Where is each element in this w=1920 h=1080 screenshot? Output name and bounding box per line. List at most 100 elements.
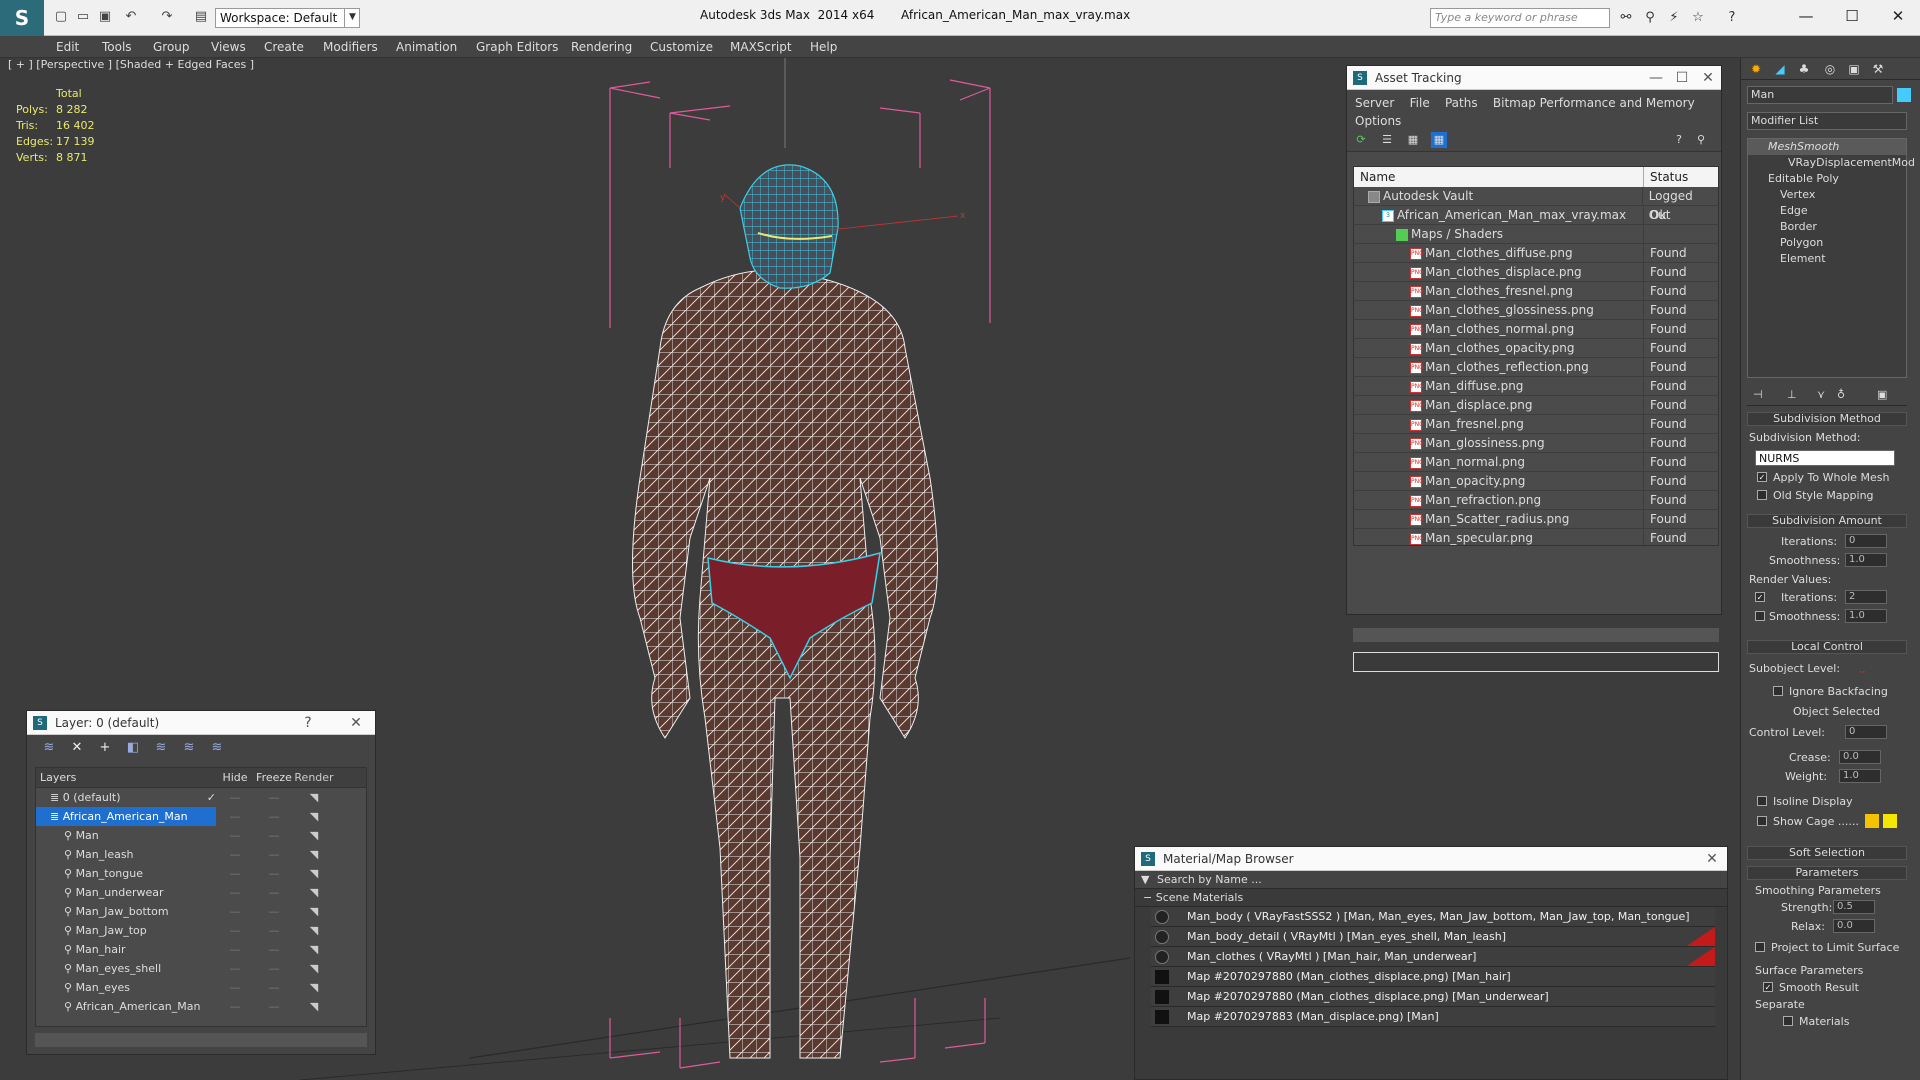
freeze-toggle[interactable]: — [254, 921, 294, 940]
layer-row[interactable]: ⚲ Man_eyes — — ◥ [36, 978, 366, 997]
menu-group[interactable]: Group [153, 40, 190, 54]
workspace-dropdown[interactable]: Workspace: Default [215, 8, 360, 28]
asset-row[interactable]: PNGMan_specular.png Found [1354, 529, 1718, 545]
layer-row[interactable]: ⚲ African_American_Man — — ◥ [36, 997, 366, 1016]
parameters-rollout[interactable]: Parameters [1747, 866, 1907, 880]
asset-row[interactable]: Maps / Shaders [1354, 225, 1718, 244]
show-end-result-icon[interactable]: ⊥ [1787, 388, 1797, 401]
freeze-toggle[interactable]: — [254, 826, 294, 845]
layer-row[interactable]: ⚲ Man_Jaw_bottom — — ◥ [36, 902, 366, 921]
modifier-list-dropdown[interactable]: Modifier List [1747, 112, 1907, 130]
isoline-display-checkbox[interactable] [1757, 796, 1767, 806]
column-name[interactable]: Name [1354, 167, 1644, 187]
delete-layer-icon[interactable]: ✕ [69, 740, 85, 756]
object-name-input[interactable]: Man [1747, 86, 1893, 104]
new-file-icon[interactable]: ▢ [52, 8, 70, 26]
freeze-toggle[interactable]: — [254, 883, 294, 902]
freeze-toggle[interactable]: — [254, 997, 294, 1016]
render-iterations-checkbox[interactable]: ✓ [1755, 592, 1765, 602]
stack-item-vertex[interactable]: Vertex [1748, 187, 1906, 203]
subdivision-amount-rollout[interactable]: Subdivision Amount [1747, 514, 1907, 528]
create-tab-icon[interactable]: ✹ [1747, 61, 1765, 77]
asset-row[interactable]: PNGMan_displace.png Found [1354, 396, 1718, 415]
strength-spinner[interactable]: 0.5 [1833, 900, 1875, 914]
render-teapot-icon[interactable]: ◥ [294, 845, 334, 864]
hide-toggle[interactable]: — [216, 978, 254, 997]
render-iterations-spinner[interactable]: 2 [1845, 590, 1887, 604]
horizontal-scrollbar[interactable] [1353, 628, 1719, 642]
pin-stack-icon[interactable]: ⊣ [1753, 388, 1763, 401]
select-in-layer-icon[interactable]: ◧ [125, 740, 141, 756]
subdivision-method-select[interactable]: NURMS [1755, 450, 1895, 466]
local-control-rollout[interactable]: Local Control [1747, 640, 1907, 654]
asset-row[interactable]: PNGMan_clothes_fresnel.png Found [1354, 282, 1718, 301]
asset-row[interactable]: PNGMan_Scatter_radius.png Found [1354, 510, 1718, 529]
table-view-icon[interactable]: ▦ [1405, 132, 1421, 148]
column-layers[interactable]: Layers [36, 768, 216, 787]
relax-spinner[interactable]: 0.0 [1833, 919, 1875, 933]
render-teapot-icon[interactable]: ◥ [294, 921, 334, 940]
communication-icon[interactable]: ⚡ [1664, 8, 1684, 28]
menu-help[interactable]: Help [810, 40, 837, 54]
material-row[interactable]: Man_body ( VRayFastSSS2 ) [Man, Man_eyes… [1151, 907, 1715, 927]
material-browser-titlebar[interactable]: S Material/Map Browser ✕ [1135, 847, 1727, 871]
vertex-level-icon[interactable]: ⸳⸳ [1859, 661, 1865, 678]
hide-all-layers-icon[interactable]: ≋ [181, 740, 197, 756]
render-teapot-icon[interactable]: ◥ [294, 883, 334, 902]
layer-row[interactable]: ⚲ Man_eyes_shell — — ◥ [36, 959, 366, 978]
close-icon[interactable]: ✕ [1697, 66, 1719, 90]
freeze-toggle[interactable]: — [254, 864, 294, 883]
list-view-icon[interactable]: ☰ [1379, 132, 1395, 148]
menu-rendering[interactable]: Rendering [571, 40, 632, 54]
menu-paths[interactable]: Paths [1445, 96, 1478, 110]
hide-toggle[interactable]: — [216, 845, 254, 864]
smooth-result-checkbox[interactable]: ✓ [1763, 982, 1773, 992]
material-row[interactable]: Man_body_detail ( VRayMtl ) [Man_eyes_sh… [1151, 927, 1715, 947]
material-row[interactable]: Map #2070297880 (Man_clothes_displace.pn… [1151, 967, 1715, 987]
layer-row[interactable]: ⚲ Man_Jaw_top — — ◥ [36, 921, 366, 940]
hide-toggle[interactable]: — [216, 864, 254, 883]
column-hide[interactable]: Hide [216, 768, 254, 787]
close-icon[interactable]: ✕ [1701, 847, 1723, 871]
freeze-toggle[interactable]: — [254, 807, 294, 826]
subdivision-method-rollout[interactable]: Subdivision Method [1747, 412, 1907, 426]
menu-tools[interactable]: Tools [102, 40, 132, 54]
maximize-icon[interactable]: ☐ [1671, 66, 1693, 90]
configure-sets-icon[interactable]: ▣ [1877, 388, 1887, 401]
viewport-label[interactable]: [ + ] [Perspective ] [Shaded + Edged Fac… [8, 58, 254, 71]
render-smoothness-checkbox[interactable] [1755, 611, 1765, 621]
cage-color-swatch[interactable] [1865, 814, 1879, 828]
hierarchy-tab-icon[interactable]: ♣ [1795, 61, 1813, 77]
stack-item-polygon[interactable]: Polygon [1748, 235, 1906, 251]
hide-toggle[interactable]: — [216, 997, 254, 1016]
render-teapot-icon[interactable]: ◥ [294, 807, 334, 826]
column-status[interactable]: Status [1644, 167, 1688, 187]
asset-row[interactable]: Autodesk Vault Logged Out [1354, 187, 1718, 222]
asset-row[interactable]: PNGMan_clothes_reflection.png Found [1354, 358, 1718, 377]
subscription-icon[interactable]: ⚲ [1640, 8, 1660, 28]
hide-toggle[interactable]: — [216, 940, 254, 959]
old-style-mapping-checkbox[interactable] [1757, 490, 1767, 500]
motion-tab-icon[interactable]: ◎ [1821, 61, 1839, 77]
freeze-toggle[interactable]: — [254, 978, 294, 997]
render-teapot-icon[interactable]: ◥ [294, 902, 334, 921]
man-mesh[interactable] [632, 164, 938, 1059]
asset-row[interactable]: PNGMan_clothes_normal.png Found [1354, 320, 1718, 339]
hide-toggle[interactable]: — [216, 807, 254, 826]
freeze-toggle[interactable]: — [254, 845, 294, 864]
freeze-all-layers-icon[interactable]: ≋ [209, 740, 225, 756]
stack-item-meshsmooth[interactable]: MeshSmooth [1748, 139, 1906, 155]
layer-row[interactable]: ⚲ Man_leash — — ◥ [36, 845, 366, 864]
layer-row[interactable]: ≣ African_American_Man — — ◥ [36, 807, 366, 826]
control-level-spinner[interactable]: 0 [1845, 725, 1887, 739]
modify-tab-icon[interactable]: ◢ [1771, 61, 1789, 77]
stack-item-editable-poly[interactable]: Editable Poly [1748, 171, 1906, 187]
binoculars-icon[interactable]: ⚯ [1616, 8, 1636, 28]
remove-modifier-icon[interactable]: ♁ [1837, 388, 1845, 401]
menu-server[interactable]: Server [1355, 96, 1394, 110]
crease-spinner[interactable]: 0.0 [1839, 750, 1881, 764]
column-render[interactable]: Render [294, 768, 334, 787]
menu-bitmap-performance[interactable]: Bitmap Performance and Memory [1493, 96, 1695, 110]
render-teapot-icon[interactable]: ◥ [294, 826, 334, 845]
hide-toggle[interactable]: — [216, 921, 254, 940]
